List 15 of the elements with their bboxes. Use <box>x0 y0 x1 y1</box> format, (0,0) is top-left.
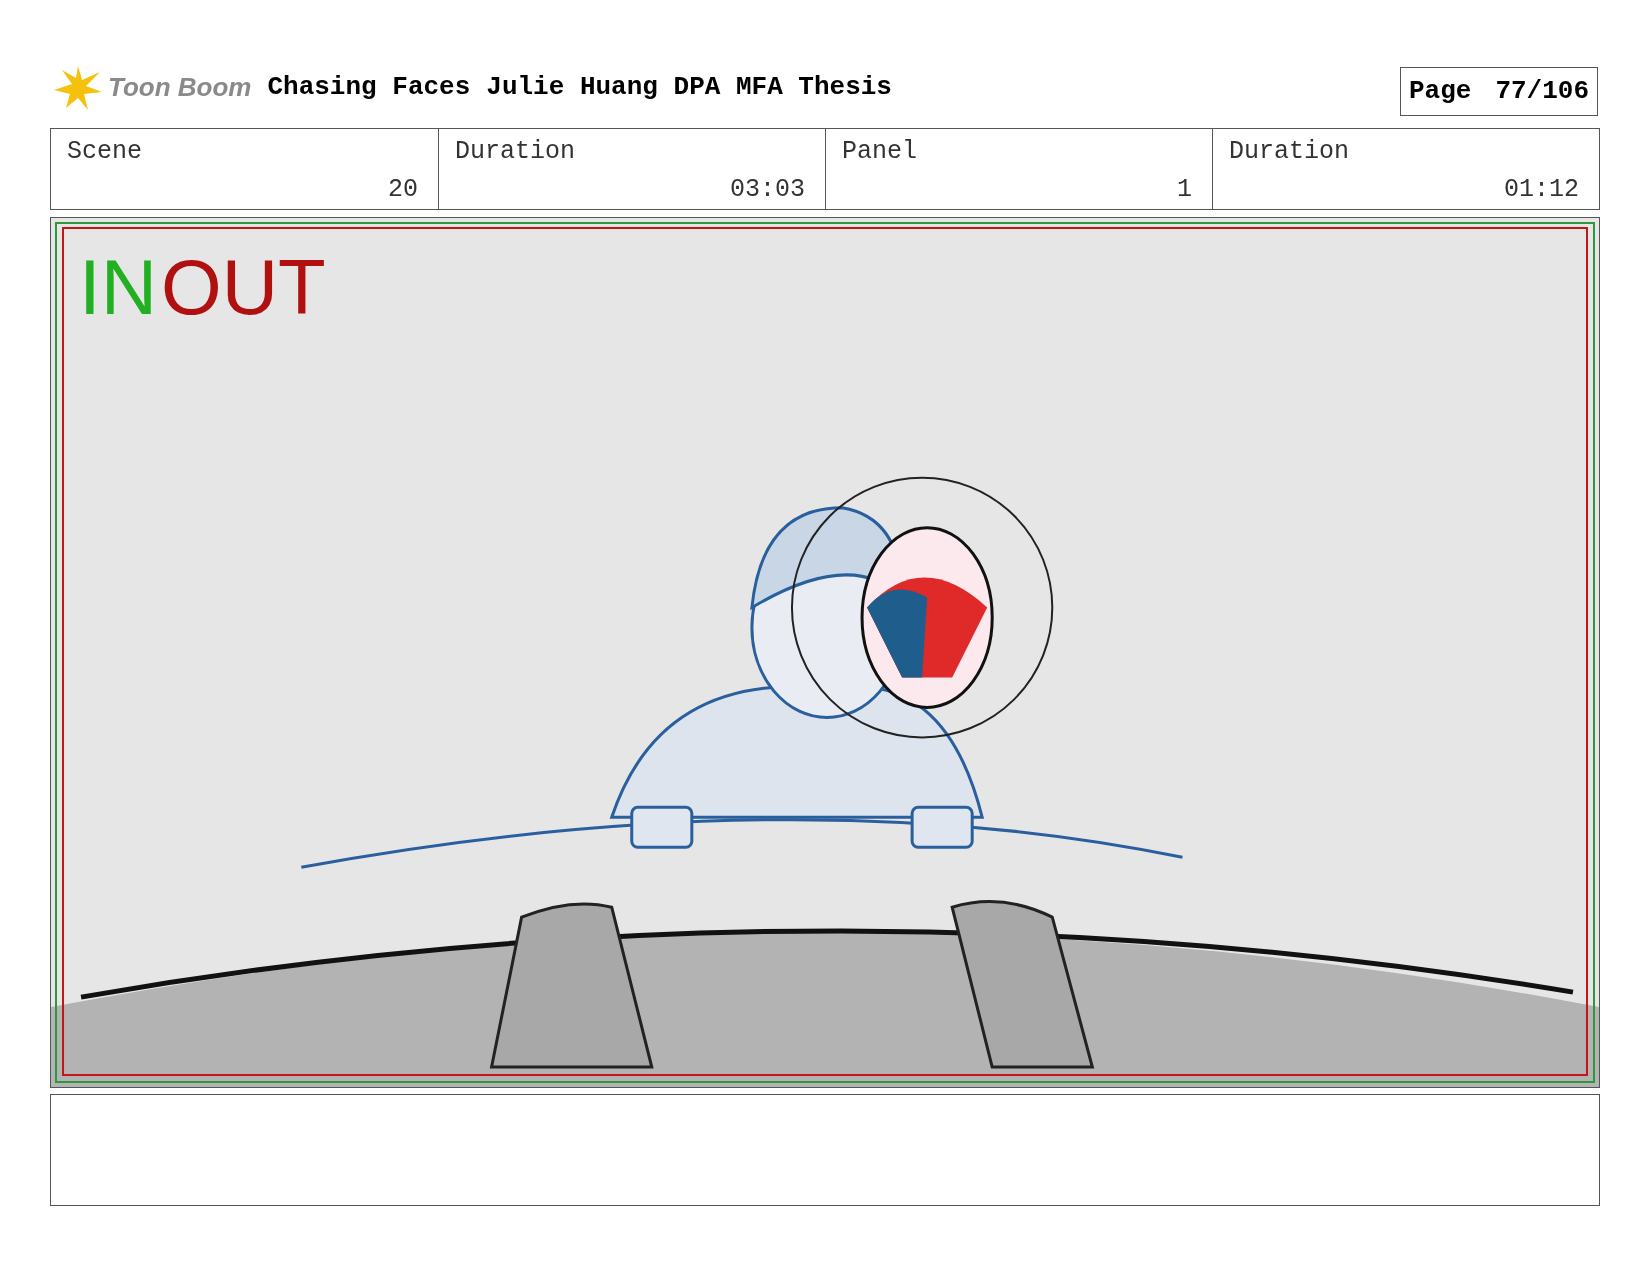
field-value: 03:03 <box>729 173 806 206</box>
field-value: 01:12 <box>1503 173 1580 206</box>
project-title: Chasing Faces <box>267 70 471 104</box>
field-value: 1 <box>1176 173 1193 206</box>
out-marker: OUT <box>161 248 326 326</box>
page-label: Page <box>1408 75 1472 108</box>
field-label: Duration <box>1228 136 1351 168</box>
field-value: 20 <box>387 173 419 206</box>
in-marker: IN <box>79 248 157 326</box>
field-label: Duration <box>454 136 577 168</box>
page-number: 77/106 <box>1495 75 1589 108</box>
field-label: Scene <box>66 136 143 168</box>
logo-text: Toon Boom <box>108 70 252 104</box>
project-subtitle: Julie Huang DPA MFA Thesis <box>486 70 892 104</box>
field-label: Panel <box>841 136 918 168</box>
